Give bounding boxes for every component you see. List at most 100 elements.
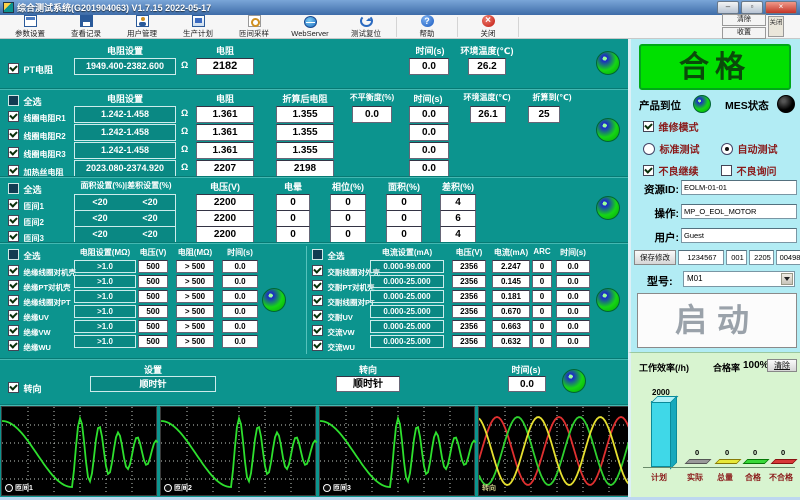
ng-ask-checkbox[interactable]: 不良询问 — [721, 162, 776, 180]
maintenance-mode-checkbox[interactable]: 维修模式 — [643, 118, 698, 136]
close-side-tab[interactable]: 关闭 — [768, 16, 784, 37]
coil-setting-field[interactable]: 1.242-1.458 — [74, 124, 176, 141]
toolbar-item-plan[interactable]: 生产计划 — [170, 15, 226, 39]
acw-setting-field[interactable]: 0.000-25.000 — [370, 290, 444, 303]
serial-field-2[interactable]: 001 — [726, 250, 747, 265]
toolbar-item-close[interactable]: 关闭 — [460, 15, 516, 39]
ins-setting-field[interactable]: >1.0 — [74, 290, 136, 303]
turn-setting-field[interactable]: <20<20 — [74, 210, 176, 227]
acw-volt-value: 2356 — [452, 335, 486, 348]
rotation-checkbox[interactable]: 转向 — [8, 379, 41, 397]
dropdown-button[interactable] — [781, 273, 793, 285]
toolbar-item-sampling[interactable]: 匝间采样 — [226, 15, 282, 39]
minimize-button[interactable]: – — [717, 1, 739, 14]
turn-diff-value: 4 — [440, 226, 476, 243]
section-coil-resistance: 全选 电阻设置 电阻 折算后电阻 不平衡度(%) 时间(s) 环境温度(℃) 折… — [0, 90, 628, 176]
acw-setting-field[interactable]: 0.000-99.000 — [370, 260, 444, 273]
toolbar-item-users[interactable]: 用户管理 — [114, 15, 170, 39]
ins-status-led — [262, 288, 286, 312]
acw-setting-field[interactable]: 0.000-25.000 — [370, 305, 444, 318]
rotation-setting-field[interactable]: 顺时针 — [90, 376, 216, 392]
bar-actual — [685, 459, 712, 464]
pt-checkbox[interactable]: PT电阻 — [8, 60, 53, 78]
serial-field-4[interactable]: 00498 — [776, 250, 800, 265]
ins-time-value: 0.0 — [222, 260, 258, 273]
toolbar: 参数设置 查看记录 用户管理 生产计划 匝间采样 WebServer 测试复位 — [0, 15, 800, 39]
maximize-button[interactable]: ▫ — [741, 1, 763, 14]
ins-res-value: > 500 — [176, 335, 214, 348]
toolbar-item-help[interactable]: 帮助 — [399, 15, 455, 39]
coil-row-checkbox[interactable]: 线圈电阻R3 — [8, 144, 66, 162]
acw-setting-field[interactable]: 0.000-25.000 — [370, 335, 444, 348]
turn-volt-value: 2200 — [196, 210, 254, 227]
production-plan-icon — [192, 15, 205, 27]
coil-res-value: 1.361 — [196, 124, 254, 141]
checkbox-icon — [8, 340, 19, 351]
ins-setting-field[interactable]: >1.0 — [74, 305, 136, 318]
ins-setting-field[interactable]: >1.0 — [74, 320, 136, 333]
start-button[interactable]: 启动 — [637, 293, 797, 348]
turn-setting-field[interactable]: <20<20 — [74, 194, 176, 211]
user-input[interactable]: Guest — [681, 228, 797, 243]
mes-status-led — [777, 95, 795, 113]
col-label: 电晕 — [272, 180, 314, 193]
close-circle-icon — [482, 15, 495, 27]
toolbar-item-records[interactable]: 查看记录 — [58, 15, 114, 39]
standard-test-radio[interactable]: 标准测试 — [643, 140, 699, 158]
toolbar-item-webserver[interactable]: WebServer — [282, 16, 338, 38]
model-select[interactable]: M01 — [683, 271, 795, 287]
serial-field-3[interactable]: 2205 — [749, 250, 774, 265]
coil-row-checkbox[interactable]: 线圈电阻R2 — [8, 126, 66, 144]
checkbox-icon — [8, 295, 19, 306]
ins-setting-field[interactable]: >1.0 — [74, 275, 136, 288]
col-label: 电阻(MΩ) — [172, 247, 218, 258]
toolbar-item-params[interactable]: 参数设置 — [2, 15, 58, 39]
ins-row-checkbox[interactable]: 绝缘WU — [8, 337, 51, 355]
rotation-result-label: 转向 — [336, 363, 400, 376]
turn-diff-value: 4 — [440, 194, 476, 211]
section-rotation: 转向 设置 顺时针 转向 顺时针 时间(s) 0.0 — [0, 360, 628, 404]
resource-id-input[interactable]: EOLM-01-01 — [681, 180, 797, 195]
acw-setting-field[interactable]: 0.000-25.000 — [370, 275, 444, 288]
clear-mini-button[interactable]: 清除 — [722, 14, 766, 26]
serial-field-1[interactable]: 1234567 — [678, 250, 724, 265]
ins-setting-field[interactable]: >1.0 — [74, 335, 136, 348]
checkbox-icon — [8, 325, 19, 336]
acw-cur-value: 0.145 — [492, 275, 530, 288]
coil-setting-field[interactable]: 1.242-1.458 — [74, 106, 176, 123]
clear-stats-button[interactable]: 清除 — [767, 359, 797, 372]
pt-res-value: 2182 — [196, 58, 254, 75]
acw-cur-value: 0.181 — [492, 290, 530, 303]
collect-mini-button[interactable]: 收置 — [722, 27, 766, 39]
pt-status-led — [596, 51, 620, 75]
coil-res-value: 1.361 — [196, 106, 254, 123]
coil-row-checkbox[interactable]: 线圈电阻R1 — [8, 108, 66, 126]
scope-label: 匝间3 — [333, 483, 351, 493]
ins-setting-field[interactable]: >1.0 — [74, 260, 136, 273]
coil-setting-field[interactable]: 2023.080-2374.920 — [74, 160, 176, 177]
checkbox-icon — [8, 183, 19, 194]
ins-res-value: > 500 — [176, 320, 214, 333]
app-icon — [3, 2, 14, 13]
ng-continue-checkbox[interactable]: 不良继续 — [643, 162, 698, 180]
ins-time-value: 0.0 — [222, 290, 258, 303]
acw-row-checkbox[interactable]: 交流WU — [312, 337, 355, 355]
pt-setting-field[interactable]: 1949.400-2382.600 — [74, 58, 176, 75]
acw-setting-field[interactable]: 0.000-25.000 — [370, 320, 444, 333]
rotation-setting-label: 设置 — [90, 363, 216, 376]
waveform — [161, 407, 317, 495]
acw-volt-value: 2356 — [452, 290, 486, 303]
toolbar-item-reset[interactable]: 测试复位 — [338, 15, 394, 39]
turn-corona-value: 0 — [276, 210, 310, 227]
turn-setting-field[interactable]: <20<20 — [74, 226, 176, 243]
turn-area-value: 0 — [386, 194, 422, 211]
coil-setting-field[interactable]: 1.242-1.458 — [74, 142, 176, 159]
auto-test-radio[interactable]: 自动测试 — [721, 140, 777, 158]
operation-input[interactable]: MP_O_EOL_MOTOR — [681, 204, 797, 219]
close-button[interactable]: × — [765, 1, 797, 14]
turn-diff-value: 6 — [440, 210, 476, 227]
save-changes-button[interactable]: 保存修改 — [634, 250, 676, 265]
col-label: 面积(%) — [380, 180, 428, 193]
col-label: 环境温度(℃) — [452, 92, 522, 103]
model-label: 型号: — [647, 273, 673, 289]
